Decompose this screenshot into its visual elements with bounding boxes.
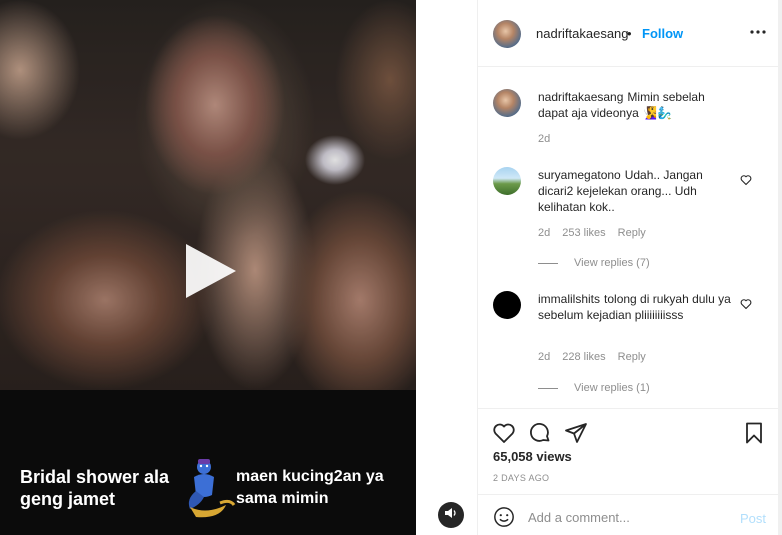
comment-text: suryamegatono Udah.. Jangan dicari2 kejel… bbox=[538, 167, 734, 215]
post-button[interactable]: Post bbox=[740, 511, 766, 526]
post-date[interactable]: 2 DAYS AGO bbox=[493, 473, 549, 483]
reply-button[interactable]: Reply bbox=[618, 351, 646, 363]
replies-divider bbox=[538, 387, 558, 389]
views-count[interactable]: 65,058 views bbox=[493, 449, 572, 464]
bookmark-icon[interactable] bbox=[742, 421, 766, 445]
avatar[interactable] bbox=[493, 291, 521, 319]
comment-text: immalilshits tolong di rukyah dulu ya seb… bbox=[538, 291, 734, 323]
follow-button[interactable]: Follow bbox=[642, 26, 683, 41]
emoji-smiley-icon[interactable] bbox=[493, 506, 515, 528]
comment-likes[interactable]: 228 likes bbox=[562, 351, 605, 363]
replies-divider bbox=[538, 262, 558, 264]
caption-text: nadriftakaesang Mimin sebelah dapat aja v… bbox=[538, 89, 734, 121]
comment-time[interactable]: 2d bbox=[538, 351, 550, 363]
genie-sticker-icon bbox=[176, 455, 236, 525]
view-replies-label: View replies (1) bbox=[574, 382, 650, 394]
comment-username[interactable]: immalilshits bbox=[538, 292, 600, 306]
header-username[interactable]: nadriftakaesang bbox=[536, 26, 629, 41]
comment-username[interactable]: nadriftakaesang bbox=[538, 90, 623, 104]
video-caption-left: Bridal shower ala geng jamet bbox=[20, 467, 170, 509]
scrollbar[interactable] bbox=[778, 0, 782, 535]
more-horizontal-icon[interactable] bbox=[748, 22, 768, 42]
comment-time[interactable]: 2d bbox=[538, 227, 550, 239]
avatar[interactable] bbox=[493, 167, 521, 195]
add-comment-bar: Post bbox=[478, 494, 778, 535]
video-player[interactable]: Bridal shower ala geng jamet maen kucing… bbox=[0, 0, 416, 535]
play-icon[interactable] bbox=[180, 240, 240, 302]
caption-meta: 2d bbox=[538, 133, 562, 145]
avatar[interactable] bbox=[493, 89, 521, 117]
comment-username[interactable]: suryamegatono bbox=[538, 168, 621, 182]
share-send-icon[interactable] bbox=[564, 421, 588, 445]
like-heart-icon[interactable] bbox=[492, 421, 516, 445]
reply-button[interactable]: Reply bbox=[618, 227, 646, 239]
video-caption-right: maen kucing2an ya sama mimin bbox=[236, 468, 384, 507]
post-header: nadriftakaesang • Follow bbox=[478, 0, 778, 67]
view-replies-button[interactable]: View replies (7) bbox=[538, 257, 650, 269]
view-replies-button[interactable]: View replies (1) bbox=[538, 382, 650, 394]
comment-likes[interactable]: 253 likes bbox=[562, 227, 605, 239]
comment-meta: 2d 253 likes Reply bbox=[538, 227, 658, 239]
post-side-panel: nadriftakaesang • Follow nadriftakaesang… bbox=[478, 0, 778, 535]
heart-icon[interactable] bbox=[740, 173, 752, 186]
caption-time[interactable]: 2d bbox=[538, 133, 550, 145]
video-frame bbox=[0, 0, 416, 390]
heart-icon[interactable] bbox=[740, 297, 752, 310]
header-separator: • bbox=[627, 26, 632, 41]
speaker-icon bbox=[444, 506, 458, 525]
view-replies-label: View replies (7) bbox=[574, 257, 650, 269]
mute-button[interactable] bbox=[438, 502, 464, 528]
comment-meta: 2d 228 likes Reply bbox=[538, 351, 658, 363]
post-actions: 65,058 views 2 DAYS AGO bbox=[478, 408, 778, 488]
avatar[interactable] bbox=[493, 20, 521, 48]
comment-input[interactable] bbox=[528, 507, 728, 527]
comment-bubble-icon[interactable] bbox=[528, 421, 552, 445]
